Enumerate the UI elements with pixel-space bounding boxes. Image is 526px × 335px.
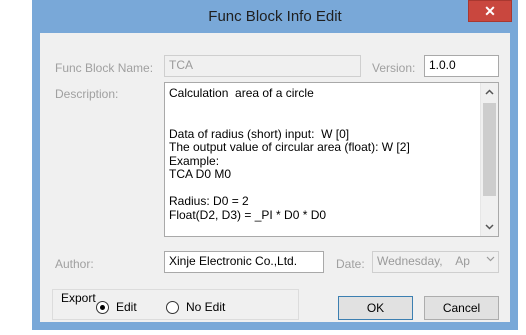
- description-textarea[interactable]: Calculation area of a circle Data of rad…: [164, 82, 499, 237]
- chevron-up-icon[interactable]: [481, 83, 498, 101]
- close-button[interactable]: ✕: [468, 0, 512, 22]
- date-value: Wednesday, Ap: [377, 254, 470, 268]
- radio-no-edit[interactable]: [166, 301, 179, 314]
- close-icon: ✕: [484, 3, 496, 19]
- dialog-body: Func Block Name: TCA Version: 1.0.0 Desc…: [40, 33, 510, 322]
- radio-edit[interactable]: [96, 301, 109, 314]
- author-label: Author:: [55, 257, 94, 271]
- author-field[interactable]: Xinje Electronic Co.,Ltd.: [164, 251, 324, 273]
- dropdown-arrow-icon: [486, 254, 495, 265]
- radio-edit-label[interactable]: Edit: [116, 300, 137, 314]
- date-label: Date:: [336, 257, 365, 271]
- description-text: Calculation area of a circle Data of rad…: [169, 86, 410, 222]
- description-label: Description:: [55, 87, 119, 101]
- title-bar[interactable]: Func Block Info Edit ✕: [32, 0, 518, 33]
- scrollbar-thumb[interactable]: [483, 103, 496, 196]
- radio-no-edit-label[interactable]: No Edit: [186, 300, 225, 314]
- description-scrollbar[interactable]: [480, 83, 498, 236]
- export-label: Export: [60, 291, 97, 305]
- cancel-button[interactable]: Cancel: [424, 296, 499, 320]
- window-title: Func Block Info Edit: [208, 8, 342, 25]
- radio-selected-dot: [100, 305, 105, 310]
- func-block-name-label: Func Block Name:: [55, 61, 154, 75]
- ok-button[interactable]: OK: [338, 296, 413, 320]
- date-picker: Wednesday, Ap: [372, 251, 499, 273]
- func-block-name-field: TCA: [164, 55, 361, 77]
- version-label: Version:: [372, 61, 416, 75]
- chevron-down-icon[interactable]: [481, 218, 498, 236]
- version-field[interactable]: 1.0.0: [424, 55, 499, 77]
- dialog-window: Func Block Info Edit ✕ Func Block Name: …: [32, 0, 518, 330]
